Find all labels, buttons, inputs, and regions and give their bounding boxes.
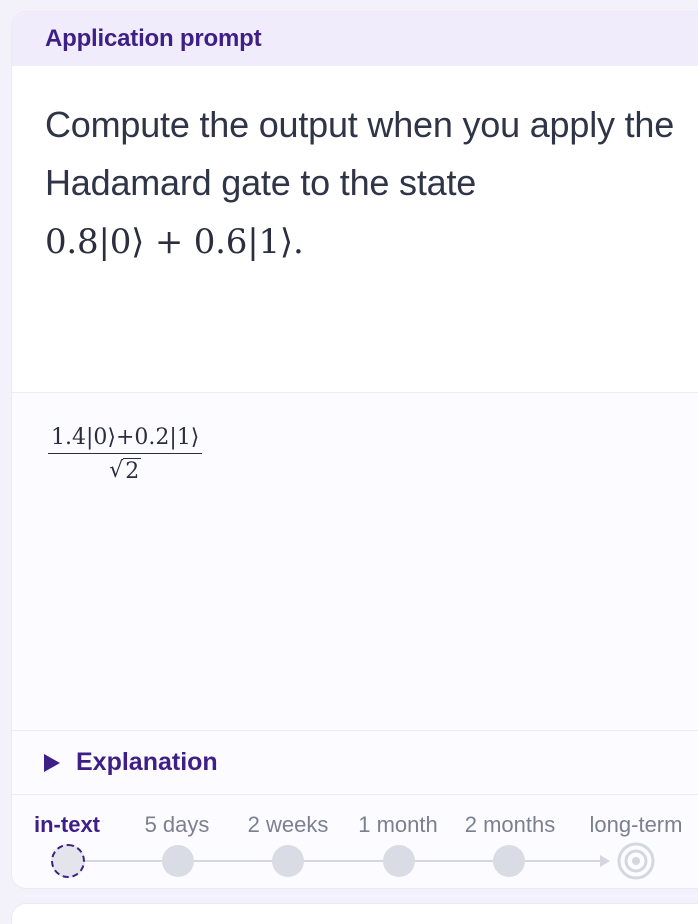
stage-label-5-days: 5 days — [144, 812, 210, 837]
answer-numerator: 1.4|0⟩+0.2|1⟩ — [48, 425, 203, 454]
stage-dot — [162, 845, 194, 877]
explanation-label: Explanation — [76, 748, 218, 776]
target-icon — [617, 842, 655, 880]
next-card-edge — [12, 904, 698, 924]
prompt-text-body: Compute the output when you apply the Ha… — [45, 104, 675, 203]
track-arrow-icon — [600, 855, 610, 867]
prompt-math: 0.8|0⟩ + 0.6|1⟩. — [45, 222, 304, 262]
stage-label-in-text: in-text — [34, 812, 100, 837]
answer-denominator-group: √ 2 — [109, 454, 142, 484]
stage-dot — [383, 845, 415, 877]
triangle-right-icon — [44, 753, 60, 772]
answer-fraction: 1.4|0⟩+0.2|1⟩ √ 2 — [48, 425, 203, 484]
answer-denominator: 2 — [123, 458, 142, 484]
answer-section: 1.4|0⟩+0.2|1⟩ √ 2 — [12, 393, 698, 731]
stage-dot — [493, 845, 525, 877]
flashcard: Application prompt Compute the output wh… — [12, 12, 698, 888]
stage-label-2-months: 2 months — [464, 812, 556, 837]
stage-label-long-term: long-term — [589, 812, 683, 837]
review-schedule: in-text 5 days 2 weeks 1 month 2 months … — [12, 795, 698, 888]
explanation-toggle[interactable]: Explanation — [12, 731, 698, 795]
prompt-text: Compute the output when you apply the Ha… — [45, 96, 685, 271]
stage-label-1-month: 1 month — [358, 812, 438, 837]
sqrt-symbol: √ — [109, 458, 124, 483]
prompt-section: Compute the output when you apply the Ha… — [12, 66, 698, 393]
card-header: Application prompt — [12, 12, 698, 66]
card-header-title: Application prompt — [45, 25, 262, 52]
stage-label-2-weeks: 2 weeks — [247, 812, 329, 837]
stage-dot — [272, 845, 304, 877]
stage-dot-current — [51, 844, 85, 878]
